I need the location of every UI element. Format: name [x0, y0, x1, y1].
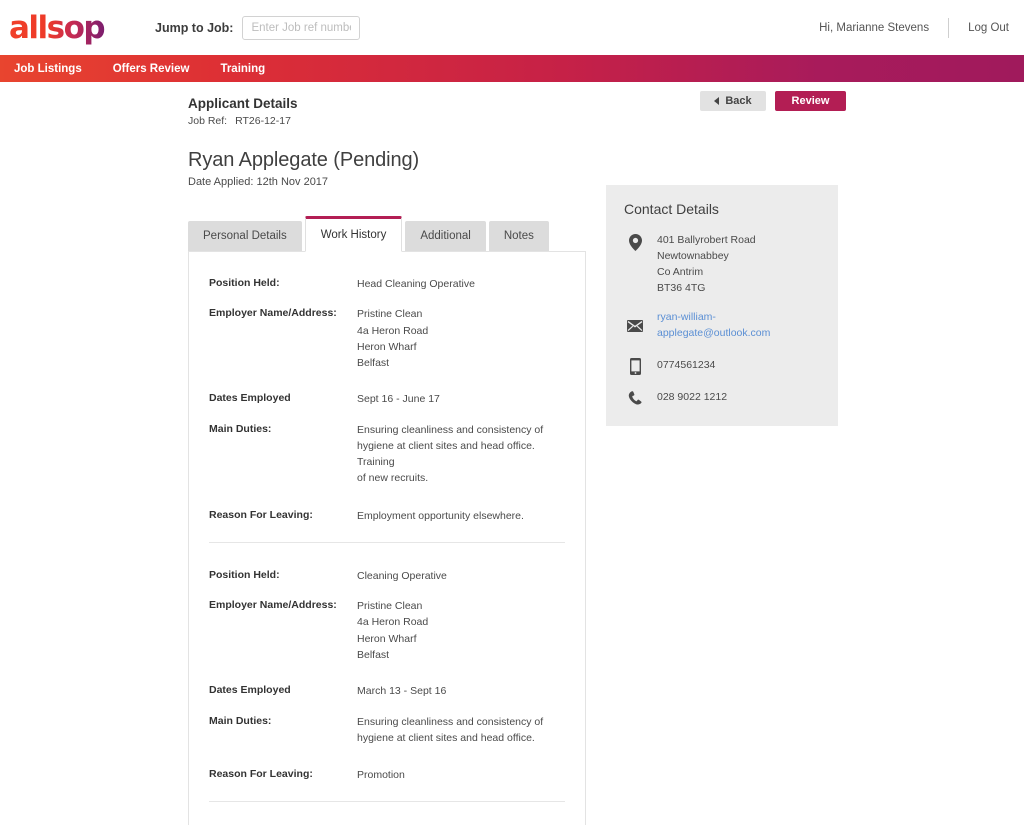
duties-row: Main Duties: Ensuring cleanliness and co…	[209, 714, 565, 747]
employer-line: Heron Wharf	[357, 340, 417, 353]
mobile-phone-icon	[624, 357, 646, 375]
position-label: Position Held:	[209, 277, 280, 289]
dates-row: Dates Employed March 13 - Sept 16	[209, 683, 565, 699]
reason-label: Reason For Leaving:	[209, 768, 313, 781]
nav-item-offers-review[interactable]: Offers Review	[113, 63, 190, 75]
contact-mobile-value: 0774561234	[657, 358, 716, 371]
employer-row: Employer Name/Address: Pristine Clean 4a…	[209, 306, 565, 371]
employer-label: Employer Name/Address:	[209, 599, 337, 612]
reason-label: Reason For Leaving:	[209, 508, 313, 521]
tab-bar: Personal Details Work History Additional…	[188, 216, 1024, 252]
job-ref-input[interactable]	[242, 15, 361, 40]
position-row: Position Held: Cleaning Operative	[209, 568, 565, 584]
contact-email-value[interactable]: ryan-william-applegate@outlook.com	[657, 310, 820, 342]
entry-divider	[209, 541, 565, 543]
duties-label: Main Duties:	[209, 422, 272, 435]
jump-to-job-group: Jump to Job:	[155, 15, 361, 40]
reason-value: Employment opportunity elsewhere.	[357, 509, 524, 522]
employer-line: 4a Heron Road	[357, 324, 429, 337]
job-ref-line: Job Ref: RT26-12-17	[188, 115, 1024, 127]
action-buttons: Back Review	[700, 91, 846, 111]
employer-row: Employer Name/Address: Pristine Clean 4a…	[209, 598, 565, 663]
employer-value: Pristine Clean 4a Heron Road Heron Wharf…	[357, 306, 428, 371]
review-button-label: Review	[791, 95, 830, 107]
back-button[interactable]: Back	[700, 91, 766, 111]
nav-item-job-listings[interactable]: Job Listings	[14, 63, 82, 75]
employer-line: Heron Wharf	[357, 632, 417, 645]
contact-details-title: Contact Details	[624, 201, 719, 217]
dates-value: March 13 - Sept 16	[357, 685, 447, 698]
jump-to-job-label: Jump to Job:	[155, 20, 234, 35]
review-button[interactable]: Review	[775, 91, 846, 111]
employer-line: 4a Heron Road	[357, 616, 429, 629]
account-area: Hi, Marianne Stevens Log Out	[819, 0, 1009, 55]
employer-value: Pristine Clean 4a Heron Road Heron Wharf…	[357, 598, 428, 663]
tab-notes[interactable]: Notes	[488, 221, 549, 251]
contact-email-row: ryan-william-applegate@outlook.com	[624, 310, 820, 342]
employer-line: Pristine Clean	[357, 600, 423, 613]
work-history-entry: Position Held: Head Cleaning Operative E…	[209, 276, 565, 524]
employer-line: Belfast	[357, 648, 390, 661]
job-ref-label: Job Ref:	[188, 115, 228, 127]
duties-line: hygiene at client sites and head office.	[357, 731, 535, 744]
contact-phone-value: 028 9022 1212	[657, 390, 728, 403]
contact-mobile-row: 0774561234	[624, 357, 820, 375]
main-nav: Job Listings Offers Review Training	[0, 55, 1024, 82]
position-row: Position Held: Head Cleaning Operative	[209, 276, 565, 292]
page-content: Applicant Details Job Ref: RT26-12-17 Bac…	[0, 82, 1024, 825]
work-history-panel: Position Held: Head Cleaning Operative E…	[188, 251, 586, 825]
work-history-entry: Position Held: Cleaning Operative Employ…	[209, 568, 565, 783]
duties-line: Ensuring cleanliness and consistency of	[357, 715, 544, 728]
duties-line: hygiene at client sites and head office.…	[357, 439, 535, 469]
address-line: Newtownabbey	[657, 249, 729, 262]
dates-label: Dates Employed	[209, 392, 291, 405]
position-label: Position Held:	[209, 568, 280, 581]
log-out-link[interactable]: Log Out	[968, 22, 1009, 34]
reason-row: Reason For Leaving: Employment opportuni…	[209, 508, 565, 524]
tab-personal-details[interactable]: Personal Details	[188, 221, 302, 251]
dates-row: Dates Employed Sept 16 - June 17	[209, 391, 565, 407]
position-value: Cleaning Operative	[357, 569, 447, 582]
duties-row: Main Duties: Ensuring cleanliness and co…	[209, 422, 565, 487]
greeting-text: Hi, Marianne Stevens	[819, 21, 930, 34]
duties-line: Ensuring cleanliness and consistency of	[357, 423, 544, 436]
account-divider	[948, 17, 950, 38]
address-line: BT36 4TG	[657, 281, 706, 294]
chevron-left-icon	[714, 97, 720, 105]
position-value: Head Cleaning Operative	[357, 278, 475, 290]
duties-label: Main Duties:	[209, 714, 272, 727]
tab-additional[interactable]: Additional	[405, 221, 486, 251]
address-line: Co Antrim	[657, 265, 704, 278]
svg-text:allsop: allsop	[9, 10, 104, 46]
tab-work-history[interactable]: Work History	[304, 216, 403, 252]
employer-label: Employer Name/Address:	[209, 307, 337, 320]
job-ref-value: RT26-12-17	[235, 115, 291, 127]
duties-value: Ensuring cleanliness and consistency of …	[357, 422, 565, 487]
dates-value: Sept 16 - June 17	[357, 393, 440, 406]
entry-divider	[209, 801, 565, 803]
employer-line: Belfast	[357, 357, 390, 370]
duties-line: of new recruits.	[357, 472, 429, 485]
contact-phone-row: 028 9022 1212	[624, 390, 820, 406]
reason-row: Reason For Leaving: Promotion	[209, 767, 565, 783]
top-bar: allsop Jump to Job: Hi, Marianne Stevens…	[0, 0, 1024, 55]
applicant-name: Ryan Applegate (Pending)	[188, 149, 420, 171]
envelope-icon	[624, 319, 646, 333]
employer-line: Pristine Clean	[357, 308, 423, 321]
duties-value: Ensuring cleanliness and consistency of …	[357, 714, 543, 747]
allsop-logo[interactable]: allsop	[8, 8, 118, 48]
reason-value: Promotion	[357, 769, 405, 782]
page-title: Applicant Details	[188, 96, 298, 111]
dates-label: Dates Employed	[209, 684, 291, 697]
telephone-icon	[624, 390, 646, 406]
back-button-label: Back	[725, 95, 752, 107]
nav-item-training[interactable]: Training	[220, 63, 265, 75]
